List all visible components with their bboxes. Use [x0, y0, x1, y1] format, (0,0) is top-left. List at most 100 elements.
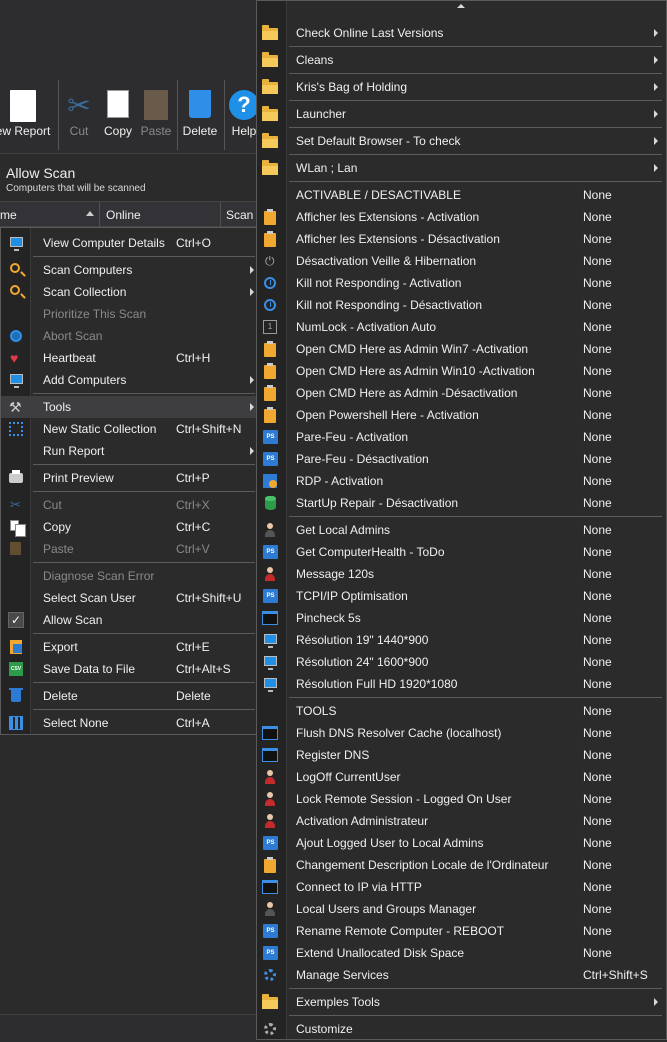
menu-item-exemples-tools[interactable]: Exemples Tools — [257, 991, 666, 1013]
menu-item-print-preview[interactable]: Print Preview Ctrl+P — [1, 467, 257, 489]
menu-item-startup-repair-desactivation[interactable]: StartUp Repair - Désactivation None — [257, 492, 666, 514]
menu-item-prioritize-this-scan[interactable]: Prioritize This Scan — [1, 303, 257, 325]
menu-item-manage-services[interactable]: Manage Services Ctrl+Shift+S — [257, 964, 666, 986]
menu-item-resolution-full-hd-1920-1080[interactable]: Résolution Full HD 1920*1080 None — [257, 673, 666, 695]
menu-item-resolution-24-1600-900[interactable]: Résolution 24" 1600*900 None — [257, 651, 666, 673]
menu-item-new-static-collection[interactable]: New Static Collection Ctrl+Shift+N — [1, 418, 257, 440]
menu-item-cleans[interactable]: Cleans — [257, 49, 666, 71]
menu-item-connect-to-ip-via-http[interactable]: Connect to IP via HTTP None — [257, 876, 666, 898]
cut-button[interactable]: ✂ Cut — [64, 76, 94, 154]
menu-item-label: Pare-Feu - Désactivation — [296, 452, 429, 466]
menu-item-launcher[interactable]: Launcher — [257, 103, 666, 125]
menu-item-label: Tools — [43, 400, 72, 414]
folder-icon — [262, 160, 278, 176]
menu-item-scan-collection[interactable]: Scan Collection — [1, 281, 257, 303]
menu-item-shortcut: Ctrl+E — [176, 640, 210, 654]
menu-item-tools[interactable]: TOOLS None — [257, 700, 666, 722]
menu-item-save-data-to-file[interactable]: CSV Save Data to File Ctrl+Alt+S — [1, 658, 257, 680]
menu-item-pare-feu-activation[interactable]: PS Pare-Feu - Activation None — [257, 426, 666, 448]
menu-item-extend-unallocated-disk-space[interactable]: PS Extend Unallocated Disk Space None — [257, 942, 666, 964]
column-header-scan[interactable]: Scan — [226, 208, 253, 222]
menu-item-add-computers[interactable]: Add Computers — [1, 369, 257, 391]
menu-item-kill-not-responding-activation[interactable]: Kill not Responding - Activation None — [257, 272, 666, 294]
menu-item-ajout-logged-user-to-local-admins[interactable]: PS Ajout Logged User to Local Admins None — [257, 832, 666, 854]
terminal-icon — [262, 879, 278, 895]
menu-item-wlan-lan[interactable]: WLan ; Lan — [257, 157, 666, 179]
menu-item-open-cmd-here-as-admin-win7-activation[interactable]: Open CMD Here as Admin Win7 -Activation N… — [257, 338, 666, 360]
new-report-button[interactable]: ew Report — [0, 76, 56, 154]
menu-separator — [289, 100, 662, 101]
menu-item-label: Open Powershell Here - Activation — [296, 408, 479, 422]
menu-item-get-local-admins[interactable]: Get Local Admins None — [257, 519, 666, 541]
menu-item-rdp-activation[interactable]: RDP - Activation None — [257, 470, 666, 492]
menu-item-pare-feu-desactivation[interactable]: PS Pare-Feu - Désactivation None — [257, 448, 666, 470]
folder-icon — [262, 52, 278, 68]
powershell-icon: PS — [262, 429, 278, 445]
menu-item-open-cmd-here-as-admin-desactivation[interactable]: Open CMD Here as Admin -Désactivation Non… — [257, 382, 666, 404]
scroll-up-button[interactable] — [287, 1, 666, 11]
menu-item-get-computerhealth-todo[interactable]: PS Get ComputerHealth - ToDo None — [257, 541, 666, 563]
menu-separator — [289, 181, 662, 182]
column-header-name[interactable]: me — [0, 208, 17, 222]
menu-item-diagnose-scan-error[interactable]: Diagnose Scan Error — [1, 565, 257, 587]
menu-item-tcpi-ip-optimisation[interactable]: PS TCPI/IP Optimisation None — [257, 585, 666, 607]
menu-item-open-cmd-here-as-admin-win10-activation[interactable]: Open CMD Here as Admin Win10 -Activation… — [257, 360, 666, 382]
menu-item-afficher-les-extensions-desactivation[interactable]: Afficher les Extensions - Désactivation N… — [257, 228, 666, 250]
menu-item-check-online-last-versions[interactable]: Check Online Last Versions — [257, 22, 666, 44]
menu-item-heartbeat[interactable]: ♥ Heartbeat Ctrl+H — [1, 347, 257, 369]
copy-button[interactable]: Copy — [100, 76, 136, 154]
menu-item-shortcut: None — [583, 320, 612, 334]
monitor-icon — [8, 235, 24, 251]
menu-item-message-120s[interactable]: Message 120s None — [257, 563, 666, 585]
menu-item-flush-dns-resolver-cache-localhost[interactable]: Flush DNS Resolver Cache (localhost) None — [257, 722, 666, 744]
menu-item-paste[interactable]: Paste Ctrl+V — [1, 538, 257, 560]
clipboard-icon — [262, 385, 278, 401]
folder-icon — [262, 133, 278, 149]
menu-item-activation-administrateur[interactable]: Activation Administrateur None — [257, 810, 666, 832]
menu-item-copy[interactable]: Copy Ctrl+C — [1, 516, 257, 538]
column-header-online[interactable]: Online — [106, 208, 141, 222]
menu-item-changement-description-locale-de-l-ordin[interactable]: Changement Description Locale de l'Ordin… — [257, 854, 666, 876]
menu-item-activable-desactivable[interactable]: ACTIVABLE / DESACTIVABLE None — [257, 184, 666, 206]
menu-item-label: Open CMD Here as Admin Win7 -Activation — [296, 342, 529, 356]
menu-item-afficher-les-extensions-activation[interactable]: Afficher les Extensions - Activation None — [257, 206, 666, 228]
menu-item-label: Kill not Responding - Activation — [296, 276, 462, 290]
menu-item-register-dns[interactable]: Register DNS None — [257, 744, 666, 766]
menu-item-kill-not-responding-desactivation[interactable]: Kill not Responding - Désactivation None — [257, 294, 666, 316]
menu-item-run-report[interactable]: Run Report — [1, 440, 257, 462]
menu-item-tools[interactable]: ⚒ Tools — [1, 396, 257, 418]
users-icon — [262, 901, 278, 917]
menu-item-resolution-19-1440-900[interactable]: Résolution 19" 1440*900 None — [257, 629, 666, 651]
clipboard-icon — [262, 363, 278, 379]
menu-item-select-none[interactable]: Select None Ctrl+A — [1, 712, 257, 734]
menu-item-lock-remote-session-logged-on-user[interactable]: Lock Remote Session - Logged On User None — [257, 788, 666, 810]
menu-item-shortcut: None — [583, 276, 612, 290]
menu-item-kris-s-bag-of-holding[interactable]: Kris's Bag of Holding — [257, 76, 666, 98]
delete-button[interactable]: Delete — [180, 76, 220, 154]
menu-item-abort-scan[interactable]: Abort Scan — [1, 325, 257, 347]
menu-item-delete[interactable]: Delete Delete — [1, 685, 257, 707]
trash-icon — [189, 90, 211, 118]
menu-item-local-users-and-groups-manager[interactable]: Local Users and Groups Manager None — [257, 898, 666, 920]
menu-item-cut[interactable]: ✂ Cut Ctrl+X — [1, 494, 257, 516]
menu-item-export[interactable]: Export Ctrl+E — [1, 636, 257, 658]
menu-item-pincheck-5s[interactable]: Pincheck 5s None — [257, 607, 666, 629]
menu-item-numlock-activation-auto[interactable]: 1 NumLock - Activation Auto None — [257, 316, 666, 338]
submenu-arrow-icon — [654, 164, 658, 172]
menu-item-view-computer-details[interactable]: View Computer Details Ctrl+O — [1, 232, 257, 254]
menu-item-select-scan-user[interactable]: Select Scan User Ctrl+Shift+U — [1, 587, 257, 609]
menu-item-set-default-browser-to-check[interactable]: Set Default Browser - To check — [257, 130, 666, 152]
menu-separator — [33, 464, 255, 465]
menu-item-logoff-currentuser[interactable]: LogOff CurrentUser None — [257, 766, 666, 788]
menu-item-scan-computers[interactable]: Scan Computers — [1, 259, 257, 281]
panel-subtitle: Computers that will be scanned — [6, 183, 146, 194]
menu-item-open-powershell-here-activation[interactable]: Open Powershell Here - Activation None — [257, 404, 666, 426]
menu-item-allow-scan[interactable]: ✓ Allow Scan — [1, 609, 257, 631]
menu-item-customize[interactable]: Customize — [257, 1018, 666, 1040]
menu-item-rename-remote-computer-reboot[interactable]: PS Rename Remote Computer - REBOOT None — [257, 920, 666, 942]
menu-item-shortcut: Ctrl+Shift+U — [176, 591, 242, 605]
paste-button[interactable]: Paste — [138, 76, 174, 154]
menu-item-desactivation-veille-hibernation[interactable]: ⏻ Désactivation Veille & Hibernation None — [257, 250, 666, 272]
menu-item-shortcut: Ctrl+O — [176, 236, 212, 250]
menu-item-label: Print Preview — [43, 471, 114, 485]
